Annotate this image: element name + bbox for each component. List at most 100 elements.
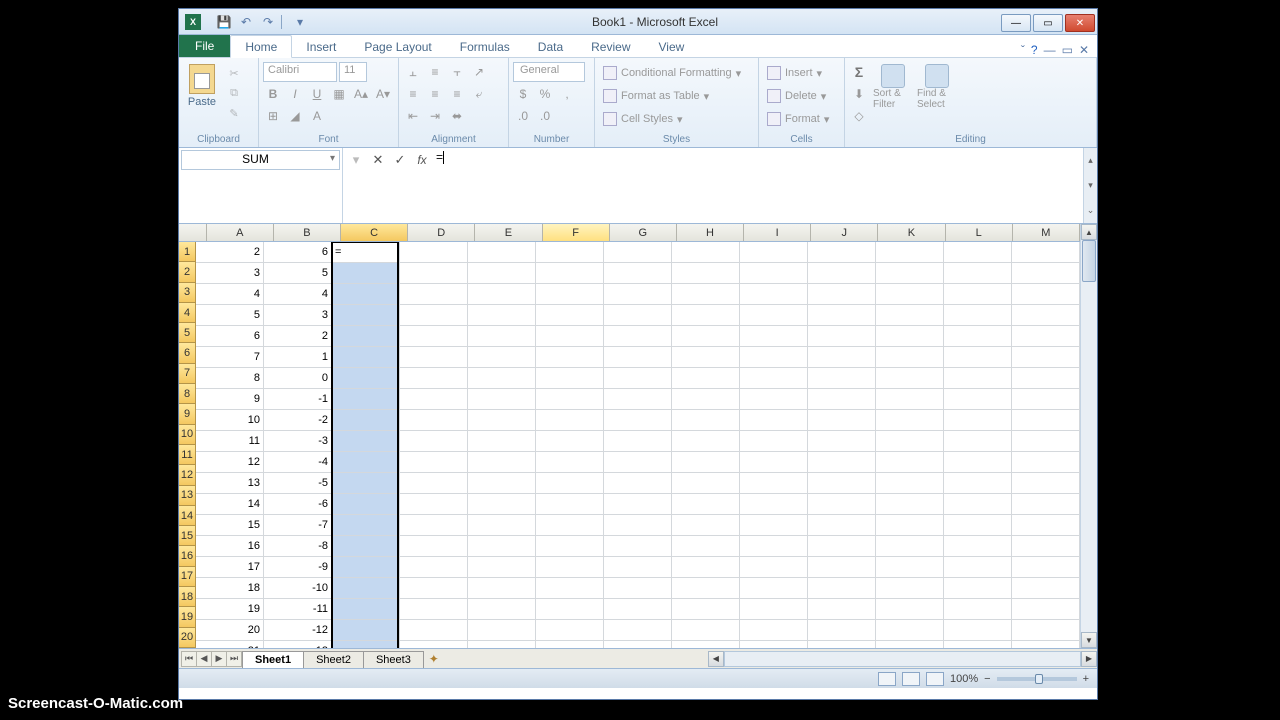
cell-L18[interactable] [944,599,1012,619]
cell-I11[interactable] [740,452,808,472]
cell-M9[interactable] [1012,410,1080,430]
copy-icon[interactable]: ⧉ [225,84,243,102]
cell-G17[interactable] [604,578,672,598]
cell-A18[interactable]: 19 [196,599,264,619]
fill-button[interactable]: ⬇ [849,84,869,104]
cell-M13[interactable] [1012,494,1080,514]
cell-A6[interactable]: 7 [196,347,264,367]
row-header-9[interactable]: 9 [179,404,196,424]
cell-H19[interactable] [672,620,740,640]
cell-L13[interactable] [944,494,1012,514]
cell-A17[interactable]: 18 [196,578,264,598]
tab-view[interactable]: View [645,36,699,57]
format-cells-button[interactable]: Format ▾ [763,108,833,130]
new-sheet-button[interactable]: ✦ [424,652,444,666]
cell-G10[interactable] [604,431,672,451]
cell-M10[interactable] [1012,431,1080,451]
tab-file[interactable]: File [179,35,230,57]
cell-G12[interactable] [604,473,672,493]
zoom-level[interactable]: 100% [950,673,978,685]
cell-E5[interactable] [468,326,536,346]
cell-H6[interactable] [672,347,740,367]
cell-L1[interactable] [944,242,1012,262]
zoom-in-button[interactable]: + [1083,673,1089,685]
font-color-button[interactable]: A [307,106,327,126]
align-left-button[interactable]: ≡ [403,84,423,104]
row-header-15[interactable]: 15 [179,526,196,546]
grow-font-button[interactable]: A▴ [351,84,371,104]
cell-F19[interactable] [536,620,604,640]
cell-G16[interactable] [604,557,672,577]
scroll-up-button[interactable]: ▲ [1081,224,1097,240]
cell-C6[interactable] [332,347,400,367]
cell-B3[interactable]: 4 [264,284,332,304]
cell-G5[interactable] [604,326,672,346]
cell-E11[interactable] [468,452,536,472]
cell-K7[interactable] [876,368,944,388]
qat-customize-icon[interactable]: ▾ [291,13,309,31]
cell-A14[interactable]: 15 [196,515,264,535]
column-header-B[interactable]: B [274,224,341,241]
cell-B11[interactable]: -4 [264,452,332,472]
cell-D18[interactable] [400,599,468,619]
cell-I20[interactable] [740,641,808,648]
cell-K5[interactable] [876,326,944,346]
cell-K11[interactable] [876,452,944,472]
cell-L15[interactable] [944,536,1012,556]
cell-D12[interactable] [400,473,468,493]
cell-G4[interactable] [604,305,672,325]
cell-J9[interactable] [808,410,876,430]
cell-I4[interactable] [740,305,808,325]
insert-function-button[interactable]: fx [412,150,432,170]
cell-G1[interactable] [604,242,672,262]
cell-I8[interactable] [740,389,808,409]
decrease-indent-button[interactable]: ⇤ [403,106,423,126]
cell-L19[interactable] [944,620,1012,640]
column-header-C[interactable]: C [341,224,408,241]
cell-E19[interactable] [468,620,536,640]
cell-K10[interactable] [876,431,944,451]
cell-L3[interactable] [944,284,1012,304]
cell-H10[interactable] [672,431,740,451]
cell-M12[interactable] [1012,473,1080,493]
column-header-J[interactable]: J [811,224,878,241]
cell-H7[interactable] [672,368,740,388]
save-icon[interactable]: 💾 [215,13,233,31]
cell-F11[interactable] [536,452,604,472]
cancel-formula-button[interactable]: ✕ [368,150,388,170]
cell-K20[interactable] [876,641,944,648]
name-box[interactable]: SUM [181,150,340,170]
cell-I18[interactable] [740,599,808,619]
cell-M19[interactable] [1012,620,1080,640]
cell-H18[interactable] [672,599,740,619]
row-header-7[interactable]: 7 [179,364,196,384]
cell-C19[interactable] [332,620,400,640]
cell-A12[interactable]: 13 [196,473,264,493]
column-header-H[interactable]: H [677,224,744,241]
row-header-13[interactable]: 13 [179,486,196,506]
cell-M11[interactable] [1012,452,1080,472]
cell-F5[interactable] [536,326,604,346]
cell-J1[interactable] [808,242,876,262]
cell-K17[interactable] [876,578,944,598]
cell-E2[interactable] [468,263,536,283]
cell-M18[interactable] [1012,599,1080,619]
cell-M16[interactable] [1012,557,1080,577]
cell-G8[interactable] [604,389,672,409]
cell-C20[interactable] [332,641,400,648]
tab-page-layout[interactable]: Page Layout [350,36,445,57]
cell-A19[interactable]: 20 [196,620,264,640]
cell-B10[interactable]: -3 [264,431,332,451]
cell-B13[interactable]: -6 [264,494,332,514]
column-header-A[interactable]: A [207,224,274,241]
orientation-button[interactable]: ↗ [469,62,489,82]
cell-G7[interactable] [604,368,672,388]
cell-F3[interactable] [536,284,604,304]
cell-F12[interactable] [536,473,604,493]
cell-B14[interactable]: -7 [264,515,332,535]
cell-C12[interactable] [332,473,400,493]
cell-A8[interactable]: 9 [196,389,264,409]
hscroll-right-button[interactable]: ▶ [1081,651,1097,667]
row-header-3[interactable]: 3 [179,283,196,303]
cell-M4[interactable] [1012,305,1080,325]
